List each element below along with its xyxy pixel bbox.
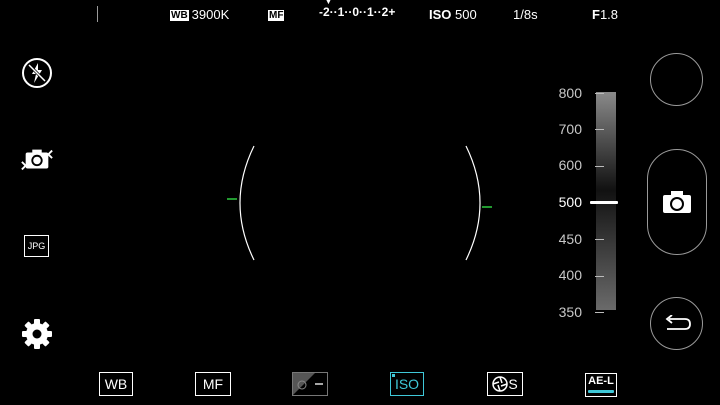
- iso-scale-label: 800: [558, 85, 582, 101]
- iso-mode-label: ISO: [394, 376, 420, 392]
- ae-lock-indicator: [588, 390, 614, 393]
- iso-tick: [595, 276, 604, 277]
- exposure-compensation-icon: [293, 373, 327, 395]
- iso-scale-label: 400: [558, 267, 582, 283]
- manual-focus-button[interactable]: MF: [195, 372, 231, 396]
- ae-lock-button[interactable]: AE-L: [585, 373, 617, 397]
- iso-mode-button[interactable]: ISO: [390, 372, 424, 396]
- iso-tick: [595, 166, 604, 167]
- white-balance-button[interactable]: WB: [99, 372, 133, 396]
- ae-lock-label: AE-L: [588, 375, 614, 387]
- shutter-button[interactable]: [647, 149, 707, 255]
- iso-scale-label: 350: [558, 304, 582, 320]
- camera-icon: [663, 191, 691, 213]
- exposure-button[interactable]: [292, 372, 328, 396]
- iso-scale-label: 700: [558, 121, 582, 137]
- iso-scale-label: 600: [558, 157, 582, 173]
- shutter-speed-button[interactable]: S: [487, 372, 523, 396]
- active-indicator: [392, 374, 395, 377]
- aperture-icon: [492, 376, 509, 392]
- iso-tick: [595, 93, 604, 94]
- back-button[interactable]: [650, 297, 703, 350]
- iso-tick: [595, 239, 604, 240]
- iso-slider-thumb[interactable]: [590, 201, 618, 204]
- iso-tick: [595, 129, 604, 130]
- back-arrow-icon: [665, 314, 691, 330]
- gallery-thumbnail-button[interactable]: [650, 53, 703, 106]
- iso-tick: [595, 312, 604, 313]
- iso-scale-label-selected: 500: [558, 194, 582, 210]
- iso-scale-label: 450: [558, 231, 582, 247]
- shutter-speed-label: S: [508, 376, 518, 392]
